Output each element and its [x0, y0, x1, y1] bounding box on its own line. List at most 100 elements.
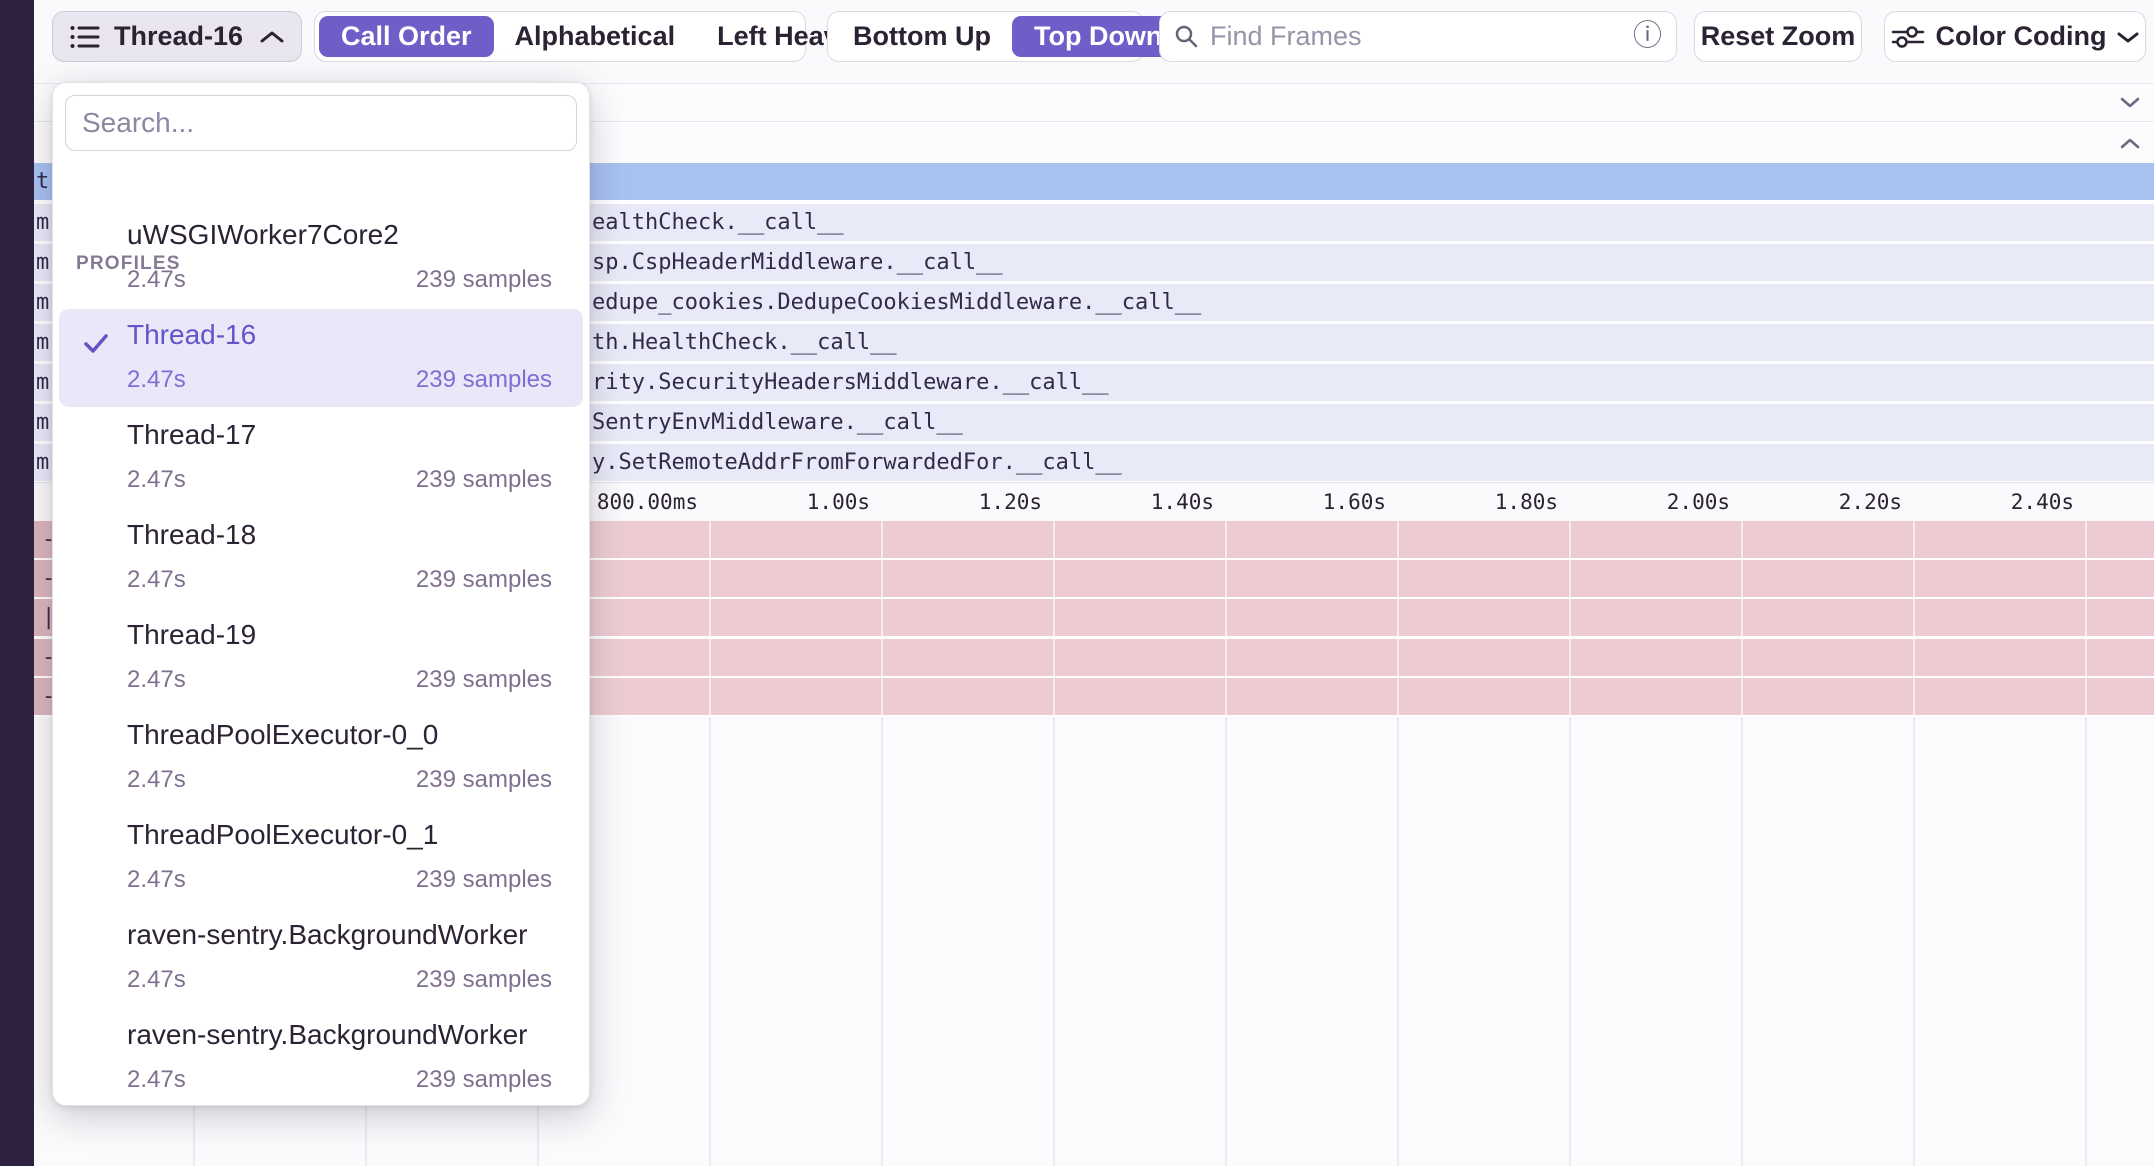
- gridline: [709, 717, 711, 1166]
- profile-samples: 239 samples: [416, 966, 552, 994]
- profile-name: Thread-18: [127, 519, 256, 551]
- reset-zoom-button[interactable]: Reset Zoom: [1694, 11, 1862, 62]
- profiler-app: --|-- t mealthCheck.__call__msp.CspHeade…: [0, 0, 2154, 1166]
- profile-samples: 239 samples: [416, 466, 552, 494]
- gridline: [881, 717, 883, 1166]
- direction-segmented-control: Bottom Up Top Down: [827, 11, 1144, 62]
- chevron-up-icon: [259, 30, 285, 44]
- sort-mode-alphabetical[interactable]: Alphabetical: [494, 21, 697, 52]
- profile-name: Thread-17: [127, 419, 256, 451]
- profile-name: uWSGIWorker7Core2: [127, 219, 399, 251]
- profile-list-item[interactable]: raven-sentry.BackgroundWorker 2.47s 239 …: [59, 1009, 583, 1106]
- flame-root-row-label: t: [36, 163, 49, 200]
- profile-duration: 2.47s: [127, 266, 186, 294]
- profile-search-input[interactable]: [66, 107, 576, 139]
- frame-label: SentryEnvMiddleware.__call__: [592, 404, 963, 441]
- profile-name: raven-sentry.BackgroundWorker: [127, 1019, 527, 1051]
- frame-label: th.HealthCheck.__call__: [592, 324, 897, 361]
- time-tick-label: 1.00s: [807, 483, 870, 522]
- gridline: [1569, 717, 1571, 1166]
- gridline: [1225, 717, 1227, 1166]
- time-tick-label: 1.40s: [1151, 483, 1214, 522]
- chevron-down-icon[interactable]: [2120, 97, 2140, 109]
- check-icon: [83, 333, 109, 355]
- profile-samples: 239 samples: [416, 566, 552, 594]
- profile-duration: 2.47s: [127, 566, 186, 594]
- app-sidebar: [0, 0, 34, 1166]
- profile-duration: 2.47s: [127, 866, 186, 894]
- profile-list-item[interactable]: ThreadPoolExecutor-0_0 2.47s 239 samples: [59, 709, 583, 807]
- gridline: [1053, 717, 1055, 1166]
- profile-duration: 2.47s: [127, 1066, 186, 1094]
- profile-samples: 239 samples: [416, 666, 552, 694]
- profile-name: Thread-16: [127, 319, 256, 351]
- gridline: [1397, 521, 1399, 717]
- gridline: [1397, 717, 1399, 1166]
- profile-list-item[interactable]: Thread-19 2.47s 239 samples: [59, 609, 583, 707]
- gridline: [1225, 521, 1227, 717]
- time-tick-label: 2.40s: [2011, 483, 2074, 522]
- profile-duration: 2.47s: [127, 666, 186, 694]
- profile-name: ThreadPoolExecutor-0_1: [127, 819, 438, 851]
- profile-list-item[interactable]: raven-sentry.BackgroundWorker 2.47s 239 …: [59, 909, 583, 1007]
- time-tick-label: 800.00ms: [597, 483, 698, 522]
- gridline: [2085, 717, 2087, 1166]
- profile-name: ThreadPoolExecutor-0_0: [127, 719, 438, 751]
- toolbar: Thread-16 Call Order Alphabetical Left H…: [34, 0, 2154, 82]
- reset-zoom-label: Reset Zoom: [1701, 21, 1856, 52]
- time-tick-label: 1.60s: [1323, 483, 1386, 522]
- chevron-up-icon[interactable]: [2120, 137, 2140, 149]
- gridline: [1913, 521, 1915, 717]
- find-frames-input[interactable]: [1208, 20, 1625, 53]
- gridline: [1741, 717, 1743, 1166]
- profile-duration: 2.47s: [127, 466, 186, 494]
- time-tick-label: 1.20s: [979, 483, 1042, 522]
- frame-label-left-fragment: m: [36, 324, 49, 361]
- sort-mode-segmented-control: Call Order Alphabetical Left Heavy: [314, 11, 806, 62]
- gridline: [1569, 521, 1571, 717]
- profile-list-item[interactable]: Thread-16 2.47s 239 samples: [59, 309, 583, 407]
- profile-samples: 239 samples: [416, 766, 552, 794]
- gridline: [1053, 521, 1055, 717]
- profile-samples: 239 samples: [416, 366, 552, 394]
- frame-label-left-fragment: m: [36, 404, 49, 441]
- profile-name: raven-sentry.BackgroundWorker: [127, 919, 527, 951]
- frame-label-left-fragment: m: [36, 444, 49, 481]
- profile-name: Thread-19: [127, 619, 256, 651]
- find-frames-searchbox: ⓘ: [1159, 11, 1677, 62]
- profile-list-item[interactable]: uWSGIWorker7Core2 2.47s 239 samples: [59, 209, 583, 307]
- profile-dropdown: PROFILES uWSGIWorker7Core2 2.47s 239 sam…: [52, 82, 590, 1106]
- thread-selector-button[interactable]: Thread-16: [52, 11, 302, 62]
- profile-samples: 239 samples: [416, 1066, 552, 1094]
- frame-label-left-fragment: m: [36, 364, 49, 401]
- gridline: [2085, 521, 2087, 717]
- profile-duration: 2.47s: [127, 966, 186, 994]
- list-icon: [69, 23, 101, 51]
- time-tick-label: 2.20s: [1839, 483, 1902, 522]
- search-icon: [1174, 24, 1200, 50]
- profile-list-item[interactable]: Thread-17 2.47s 239 samples: [59, 409, 583, 507]
- profile-samples: 239 samples: [416, 866, 552, 894]
- profile-search-box: [65, 95, 577, 151]
- color-coding-label: Color Coding: [1936, 21, 2107, 52]
- info-icon[interactable]: ⓘ: [1633, 22, 1662, 51]
- sliders-icon: [1891, 25, 1925, 49]
- time-tick-label: 2.00s: [1667, 483, 1730, 522]
- profile-list-item[interactable]: Thread-18 2.47s 239 samples: [59, 509, 583, 607]
- frame-label: ealthCheck.__call__: [592, 204, 844, 241]
- profile-list-item[interactable]: ThreadPoolExecutor-0_1 2.47s 239 samples: [59, 809, 583, 907]
- sort-mode-call-order[interactable]: Call Order: [319, 16, 494, 57]
- time-tick-label: 1.80s: [1495, 483, 1558, 522]
- frame-label: edupe_cookies.DedupeCookiesMiddleware.__…: [592, 284, 1201, 321]
- chevron-down-icon: [2117, 31, 2139, 43]
- profile-samples: 239 samples: [416, 266, 552, 294]
- frame-label-left-fragment: m: [36, 204, 49, 241]
- frame-label: y.SetRemoteAddrFromForwardedFor.__call__: [592, 444, 1122, 481]
- gridline: [881, 521, 883, 717]
- direction-bottom-up[interactable]: Bottom Up: [832, 21, 1012, 52]
- profile-duration: 2.47s: [127, 366, 186, 394]
- thread-selector-label: Thread-16: [114, 21, 246, 52]
- frame-label-left-fragment: m: [36, 284, 49, 321]
- color-coding-button[interactable]: Color Coding: [1884, 11, 2146, 62]
- frame-label: sp.CspHeaderMiddleware.__call__: [592, 244, 1003, 281]
